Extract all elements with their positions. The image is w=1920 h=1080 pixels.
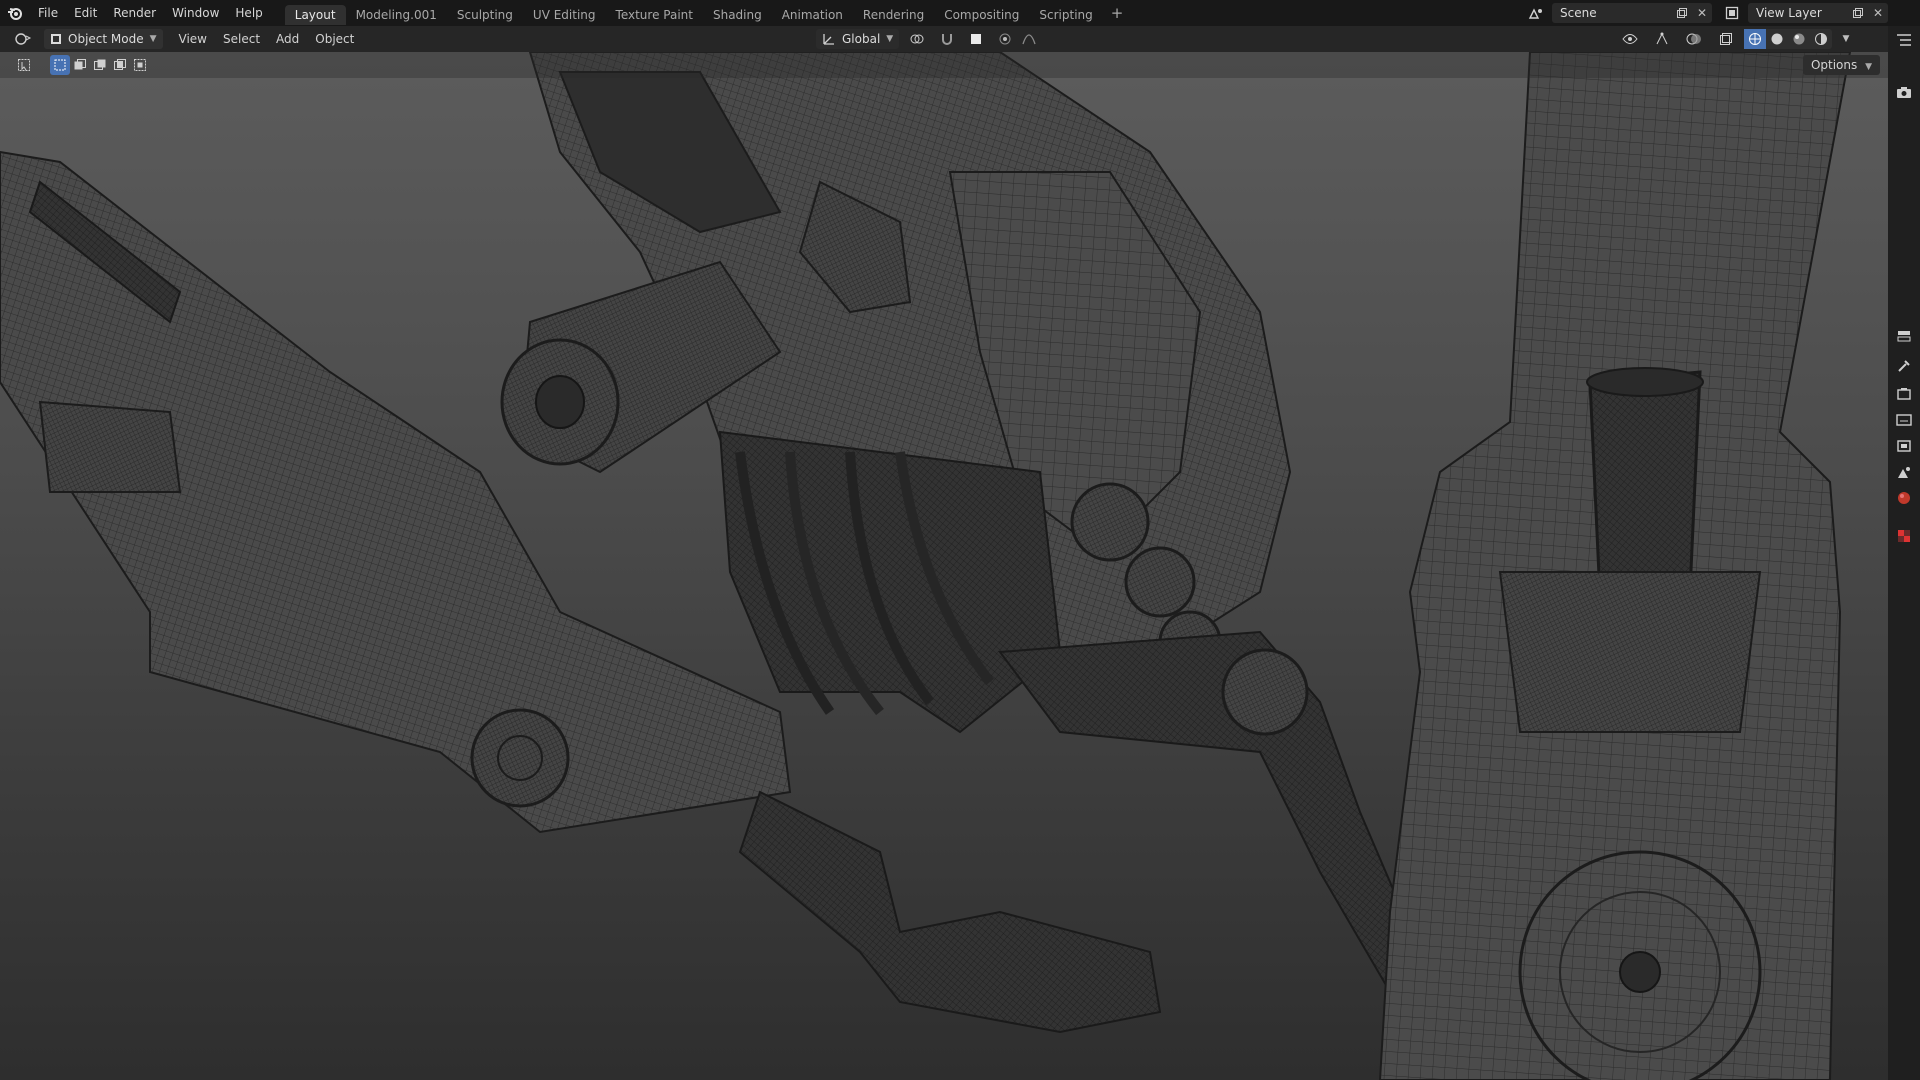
shading-options-chevron-icon[interactable]: ▼: [1836, 29, 1856, 49]
wireframe-shading-icon[interactable]: [1744, 29, 1766, 49]
chevron-down-icon: ▼: [886, 34, 894, 44]
view-layer-name: View Layer: [1756, 6, 1822, 20]
tab-shading[interactable]: Shading: [703, 5, 772, 25]
proportional-edit-icon[interactable]: [995, 29, 1015, 49]
3d-viewport[interactable]: [0, 52, 1888, 1080]
scene-selector-icon[interactable]: [1526, 3, 1546, 23]
transform-orientation-dropdown[interactable]: Global ▼: [816, 29, 900, 49]
tool-settings-row: Options ▼: [0, 52, 1888, 78]
solid-shading-icon[interactable]: [1766, 29, 1788, 49]
tab-animation[interactable]: Animation: [772, 5, 853, 25]
snap-target-icon[interactable]: [961, 29, 991, 49]
overlays-icon[interactable]: [1680, 29, 1708, 49]
select-intersect-icon[interactable]: [130, 55, 150, 75]
properties-tab-strip: [1888, 26, 1920, 1080]
select-subtract-icon[interactable]: [90, 55, 110, 75]
central-body-mesh: [500, 52, 1422, 994]
orientation-label: Global: [842, 32, 881, 46]
menu-object[interactable]: Object: [307, 29, 362, 49]
menu-window[interactable]: Window: [164, 0, 227, 26]
copy-scene-icon[interactable]: [1672, 3, 1692, 23]
editor-type-icon[interactable]: [8, 29, 38, 49]
mode-selector[interactable]: Object Mode ▼: [44, 29, 163, 49]
menu-add[interactable]: Add: [268, 29, 307, 49]
menu-select[interactable]: Select: [215, 29, 268, 49]
select-tool-icon[interactable]: [14, 55, 34, 75]
rendered-shading-icon[interactable]: [1810, 29, 1832, 49]
wireframe-mesh-render: [0, 52, 1852, 1080]
menu-render[interactable]: Render: [105, 0, 164, 26]
tab-uv-editing[interactable]: UV Editing: [523, 5, 606, 25]
menu-file[interactable]: File: [30, 0, 66, 26]
options-label: Options: [1810, 58, 1858, 72]
tab-compositing[interactable]: Compositing: [934, 5, 1029, 25]
blender-logo-icon[interactable]: [0, 0, 30, 26]
right-pillar-mesh: [1378, 52, 1852, 1080]
options-dropdown[interactable]: Options ▼: [1802, 55, 1880, 75]
chevron-down-icon: ▼: [149, 34, 157, 44]
select-extend-icon[interactable]: [70, 55, 90, 75]
select-new-icon[interactable]: [50, 55, 70, 75]
chevron-down-icon: ▼: [1865, 62, 1872, 72]
add-workspace-button[interactable]: +: [1103, 0, 1132, 26]
tool-properties-icon[interactable]: [1894, 326, 1914, 346]
render-icon[interactable]: [1894, 384, 1914, 404]
scene-name: Scene: [1560, 6, 1597, 20]
tab-modeling[interactable]: Modeling.001: [346, 5, 447, 25]
world-icon[interactable]: [1894, 488, 1914, 508]
close-scene-icon[interactable]: ✕: [1692, 3, 1712, 23]
material-preview-icon[interactable]: [1788, 29, 1810, 49]
tab-scripting[interactable]: Scripting: [1029, 5, 1102, 25]
axis-icon: [823, 34, 834, 45]
tab-sculpting[interactable]: Sculpting: [447, 5, 523, 25]
workspace-tabs: Layout Modeling.001 Sculpting UV Editing…: [284, 0, 1132, 26]
texture-icon[interactable]: [1894, 526, 1914, 546]
view-layer-field[interactable]: View Layer ✕: [1748, 3, 1888, 23]
mode-label: Object Mode: [68, 32, 144, 46]
tab-rendering[interactable]: Rendering: [853, 5, 934, 25]
copy-view-layer-icon[interactable]: [1848, 3, 1868, 23]
tab-texture-paint[interactable]: Texture Paint: [606, 5, 703, 25]
menu-help[interactable]: Help: [227, 0, 270, 26]
scene-icon[interactable]: [1894, 462, 1914, 482]
falloff-icon[interactable]: [1019, 29, 1039, 49]
pivot-point-icon[interactable]: [903, 29, 933, 49]
shading-mode-group: [1744, 29, 1832, 49]
menu-edit[interactable]: Edit: [66, 0, 105, 26]
viewport-header: Object Mode ▼ View Select Add Object Glo…: [0, 26, 1888, 52]
top-bar: File Edit Render Window Help Layout Mode…: [0, 0, 1920, 26]
view-layer-icon[interactable]: [1894, 436, 1914, 456]
tool-icon[interactable]: [1894, 356, 1914, 376]
menu-view[interactable]: View: [171, 29, 215, 49]
select-invert-icon[interactable]: [110, 55, 130, 75]
close-view-layer-icon[interactable]: ✕: [1868, 3, 1888, 23]
object-mode-icon: [51, 34, 61, 44]
camera-icon[interactable]: [1894, 82, 1914, 102]
outliner-toggle-icon[interactable]: [1894, 30, 1914, 50]
xray-icon[interactable]: [1712, 29, 1740, 49]
scene-name-field[interactable]: Scene ✕: [1552, 3, 1712, 23]
gizmo-icon[interactable]: [1648, 29, 1676, 49]
visibility-icon[interactable]: [1616, 29, 1644, 49]
output-icon[interactable]: [1894, 410, 1914, 430]
snap-icon[interactable]: [937, 29, 957, 49]
view-layer-selector-icon[interactable]: [1722, 3, 1742, 23]
tab-layout[interactable]: Layout: [284, 5, 346, 25]
